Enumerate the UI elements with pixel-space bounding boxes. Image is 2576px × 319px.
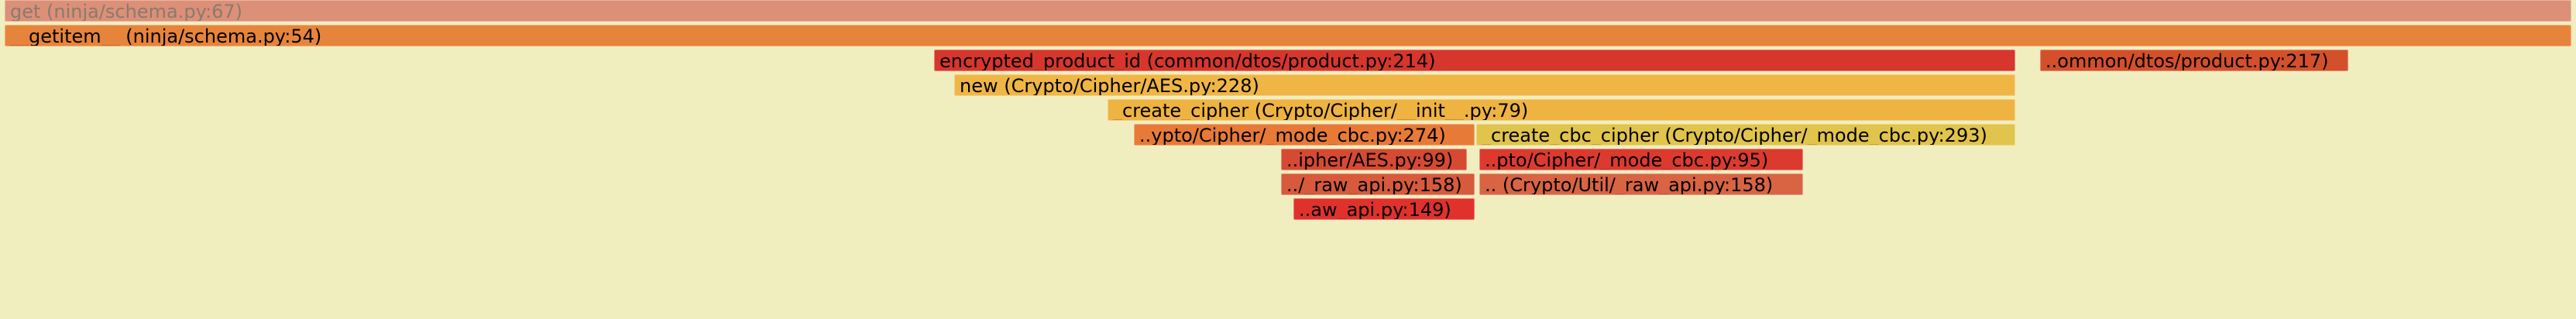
flame-graph: get (ninja/schema.py:67) __getitem__ (ni…: [0, 0, 2576, 319]
frame-create-cbc-cipher[interactable]: _create_cbc_cipher (Crypto/Cipher/_mode_…: [1476, 124, 2015, 146]
frame-encrypted-product-id[interactable]: encrypted_product_id (common/dtos/produc…: [934, 50, 2015, 71]
frame-mode-cbc-274[interactable]: ..ypto/Cipher/_mode_cbc.py:274): [1134, 124, 1475, 146]
frame-raw-api-158-b[interactable]: .. (Crypto/Util/_raw_api.py:158): [1479, 173, 1803, 195]
frame-aes-99[interactable]: ..ipher/AES.py:99): [1281, 149, 1467, 170]
frame-aes-new[interactable]: new (Crypto/Cipher/AES.py:228): [954, 74, 2015, 96]
frame-get-schema[interactable]: get (ninja/schema.py:67): [5, 0, 2571, 22]
frame-mode-cbc-95[interactable]: ..pto/Cipher/_mode_cbc.py:95): [1479, 149, 1803, 170]
frame-create-cipher[interactable]: _create_cipher (Crypto/Cipher/__init__.p…: [1108, 99, 2015, 121]
frame-product-217[interactable]: ..ommon/dtos/product.py:217): [2040, 50, 2348, 71]
frame-getitem-schema[interactable]: __getitem__ (ninja/schema.py:54): [5, 25, 2571, 46]
frame-raw-api-158-a[interactable]: ../_raw_api.py:158): [1281, 173, 1475, 195]
frame-raw-api-149[interactable]: ..aw_api.py:149): [1293, 198, 1475, 220]
